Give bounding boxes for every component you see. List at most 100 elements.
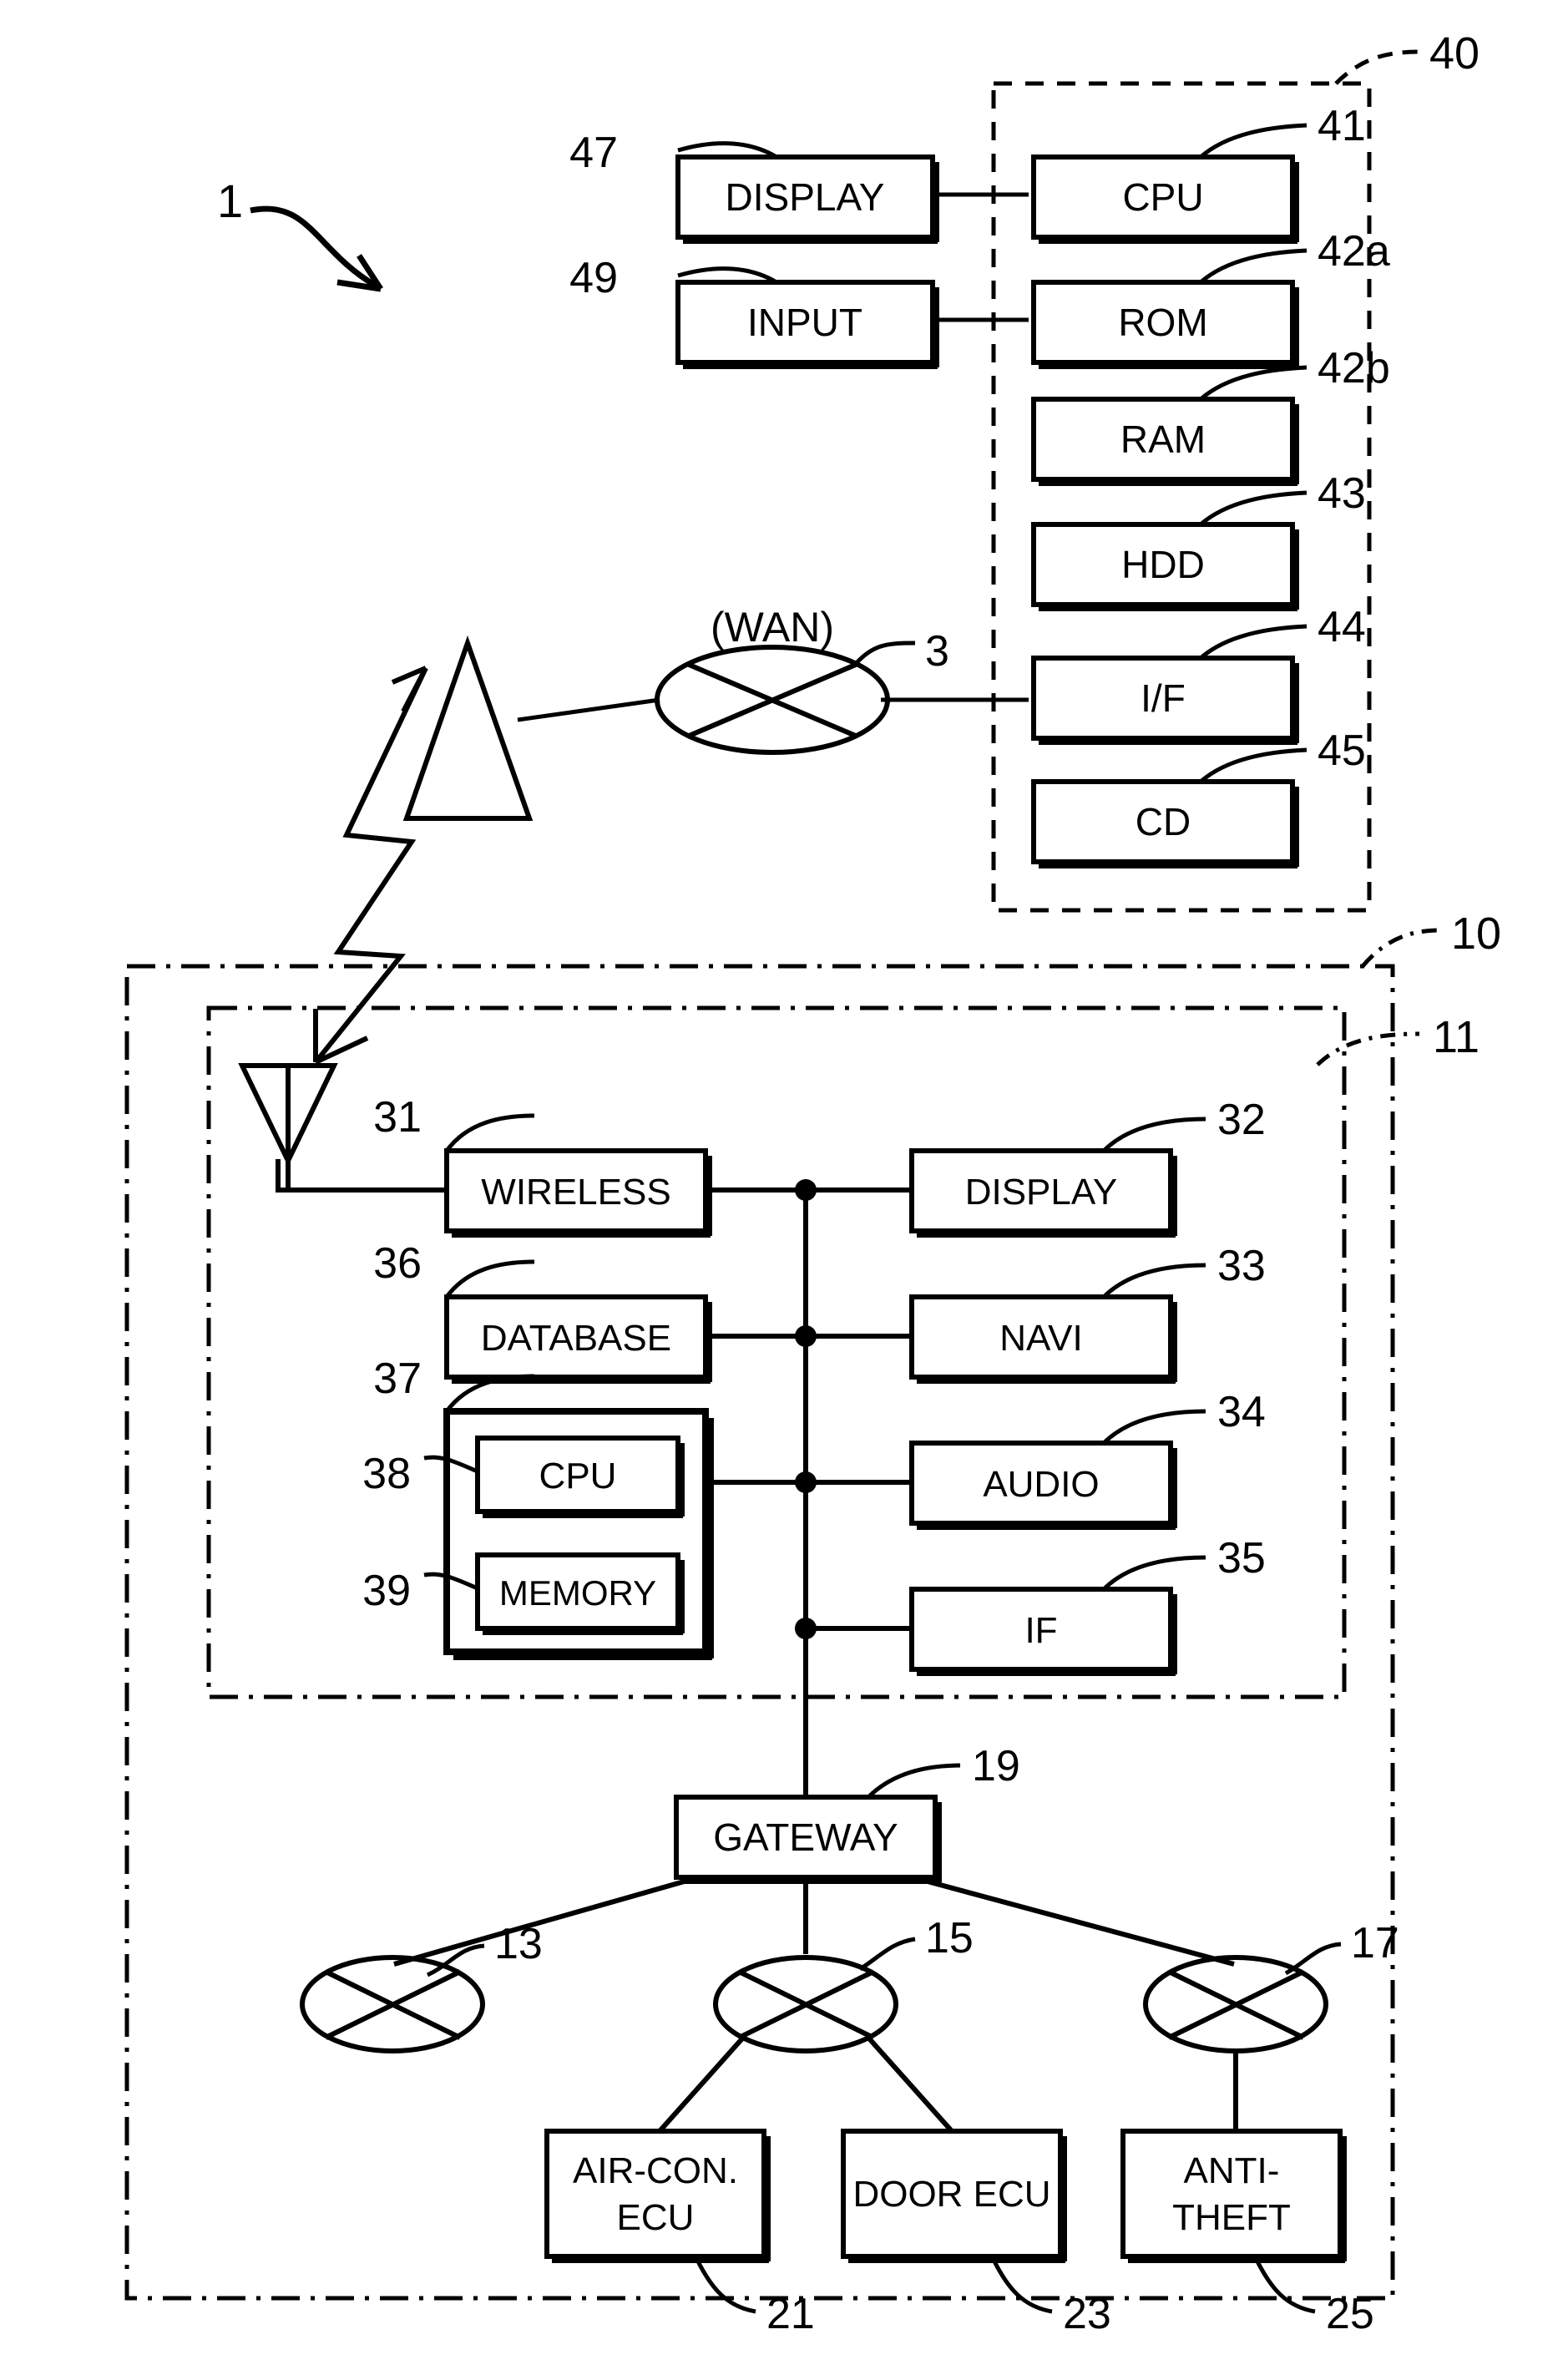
ref-label-21: 21: [766, 2290, 815, 2338]
leader-35: [1102, 1555, 1206, 1591]
wire-bus15-to-ecu21: [657, 2036, 746, 2133]
patent-figure-canvas: 3 (WAN) 1 DISPLAY 47 INPUT 49 CPU 41 ROM: [0, 0, 1568, 2375]
block-label: CPU: [539, 1456, 617, 1496]
block-label: DISPLAY: [965, 1172, 1118, 1213]
block-hdd-43[interactable]: HDD: [1031, 522, 1299, 611]
ref-label-31: 31: [373, 1093, 422, 1142]
block-label: DATABASE: [481, 1318, 671, 1359]
leader-41: [1199, 123, 1308, 159]
diagram-svg: 3 (WAN) 1 DISPLAY 47 INPUT 49 CPU 41 ROM: [124, 28, 1501, 2338]
wire-antenna-to-wan: [517, 697, 660, 722]
leader-10: [1361, 928, 1440, 968]
wire-bus15-to-ecu23: [866, 2036, 954, 2133]
ref-label-43: 43: [1318, 469, 1366, 518]
block-display-32[interactable]: DISPLAY: [909, 1148, 1177, 1238]
ref-label-39: 39: [362, 1567, 411, 1615]
block-memory-39[interactable]: MEMORY: [475, 1552, 685, 1635]
block-label: HDD: [1121, 543, 1205, 586]
leader-17: [1284, 1942, 1342, 1976]
block-label: ROM: [1118, 301, 1207, 344]
block-label-line2: THEFT: [1172, 2197, 1291, 2238]
leader-36: [444, 1259, 535, 1299]
ref-label-33: 33: [1217, 1242, 1266, 1290]
ref-label-44: 44: [1318, 603, 1366, 651]
wire-gateway-to-bus13: [393, 1876, 694, 1967]
ref-label-25: 25: [1326, 2290, 1374, 2338]
block-label-line1: ANTI-: [1184, 2150, 1280, 2191]
block-navi-33[interactable]: NAVI: [909, 1294, 1177, 1384]
leader-19: [867, 1763, 961, 1799]
ref-label-19: 19: [972, 1742, 1020, 1790]
block-display-47[interactable]: DISPLAY: [675, 154, 939, 244]
leader-45: [1199, 747, 1308, 783]
leader-3: [852, 641, 916, 668]
block-cd-45[interactable]: CD: [1031, 779, 1299, 868]
system-leader-arrow: [250, 205, 377, 289]
leader-15: [858, 1937, 916, 1972]
ref-label-23: 23: [1063, 2290, 1111, 2338]
leader-40: [1334, 49, 1420, 85]
ref-label-34: 34: [1217, 1388, 1266, 1436]
ref-label-38: 38: [362, 1450, 411, 1498]
ref-label-40: 40: [1429, 28, 1479, 78]
ref-label-15: 15: [925, 1914, 974, 1962]
block-wireless-31[interactable]: WIRELESS: [444, 1148, 712, 1238]
ref-label-36: 36: [373, 1239, 422, 1288]
ref-label-17: 17: [1351, 1919, 1399, 1967]
leader-34: [1102, 1409, 1206, 1445]
block-ram-42b[interactable]: RAM: [1031, 397, 1299, 486]
leader-21: [695, 2258, 756, 2314]
leader-31: [444, 1113, 535, 1152]
bus-junction-dot: [795, 1471, 817, 1493]
block-label: WIRELESS: [481, 1172, 670, 1213]
block-label-line2: ECU: [617, 2197, 695, 2238]
block-label: NAVI: [999, 1318, 1082, 1359]
block-label: CD: [1136, 800, 1191, 843]
block-if-44[interactable]: I/F: [1031, 656, 1299, 745]
ref-label-11: 11: [1433, 1012, 1479, 1062]
block-if-35[interactable]: IF: [909, 1587, 1177, 1676]
block-input-49[interactable]: INPUT: [675, 280, 939, 369]
leader-32: [1102, 1117, 1206, 1152]
ref-label-47: 47: [569, 129, 618, 177]
block-label: IF: [1024, 1610, 1057, 1651]
leader-33: [1102, 1263, 1206, 1299]
block-gateway-19[interactable]: GATEWAY: [674, 1795, 942, 1884]
block-label: AUDIO: [983, 1464, 1099, 1505]
block-label: GATEWAY: [713, 1815, 898, 1859]
leader-42b: [1199, 365, 1308, 401]
leader-43: [1199, 490, 1308, 526]
block-antitheft-25[interactable]: ANTI- THEFT: [1120, 2129, 1347, 2263]
block-door-ecu-23[interactable]: DOOR ECU: [841, 2129, 1067, 2263]
wan-caption: (WAN): [711, 604, 834, 651]
block-database-36[interactable]: DATABASE: [444, 1294, 712, 1384]
block-aircon-ecu-21[interactable]: AIR-CON. ECU: [544, 2129, 771, 2263]
block-label: CPU: [1122, 175, 1203, 219]
block-label-line1: DOOR ECU: [852, 2174, 1050, 2215]
ref-label-3: 3: [925, 627, 949, 676]
block-label: DISPLAY: [726, 175, 885, 219]
vehicle-boundary: [124, 964, 1395, 2301]
radio-link-bolt-icon: [313, 666, 428, 1064]
leader-44: [1199, 624, 1308, 660]
block-audio-34[interactable]: AUDIO: [909, 1441, 1177, 1530]
block-label: MEMORY: [499, 1573, 656, 1613]
block-label: RAM: [1120, 418, 1206, 461]
leader-11: [1316, 1031, 1420, 1066]
ref-label-32: 32: [1217, 1096, 1266, 1144]
block-rom-42a[interactable]: ROM: [1031, 280, 1299, 369]
radio-link-arrowhead-up: [391, 666, 428, 713]
ref-label-10: 10: [1451, 909, 1501, 959]
ref-label-37: 37: [373, 1355, 422, 1403]
leader-25: [1254, 2258, 1316, 2314]
block-cpu-38[interactable]: CPU: [475, 1436, 685, 1518]
ref-label-45: 45: [1318, 727, 1366, 775]
leader-23: [991, 2258, 1053, 2314]
ref-label-13: 13: [494, 1920, 543, 1968]
bus-junction-dot: [795, 1325, 817, 1347]
ref-label-41: 41: [1318, 102, 1366, 150]
ref-label-42a: 42a: [1318, 227, 1390, 276]
block-cpu-41[interactable]: CPU: [1031, 154, 1299, 244]
ref-label-42b: 42b: [1318, 344, 1390, 392]
system-ref-label-1: 1: [217, 175, 243, 227]
